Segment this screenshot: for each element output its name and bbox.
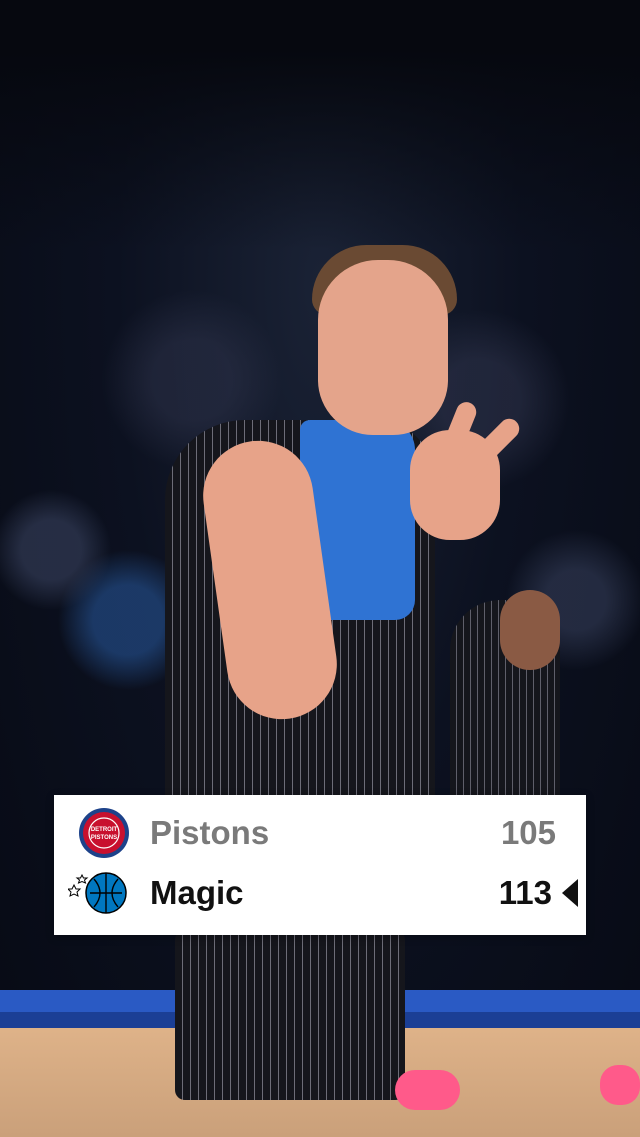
magic-logo-icon <box>68 872 127 914</box>
main-player-head <box>318 260 448 435</box>
background-player-shoe <box>600 1065 640 1105</box>
video-frame: DETROIT PISTONS Pistons 105 Magic 113 <box>0 0 640 1137</box>
pistons-logo-icon: DETROIT PISTONS <box>79 808 129 858</box>
scoreboard-row-pistons: DETROIT PISTONS Pistons 105 <box>54 803 586 863</box>
background-player-shoe <box>395 1070 460 1110</box>
background-player-head <box>500 590 560 670</box>
triangle-left-icon <box>562 879 578 907</box>
scoreboard-row-magic: Magic 113 <box>54 863 586 923</box>
team-name-magic: Magic <box>150 874 244 911</box>
score-pistons: 105 <box>500 814 556 851</box>
main-player-shorts <box>175 930 405 1100</box>
score-overlay: DETROIT PISTONS Pistons 105 Magic 113 <box>54 795 586 935</box>
team-name-pistons: Pistons <box>150 814 270 851</box>
score-magic: 113 <box>498 874 552 911</box>
svg-text:DETROIT: DETROIT <box>91 827 118 833</box>
svg-text:PISTONS: PISTONS <box>91 835 117 841</box>
